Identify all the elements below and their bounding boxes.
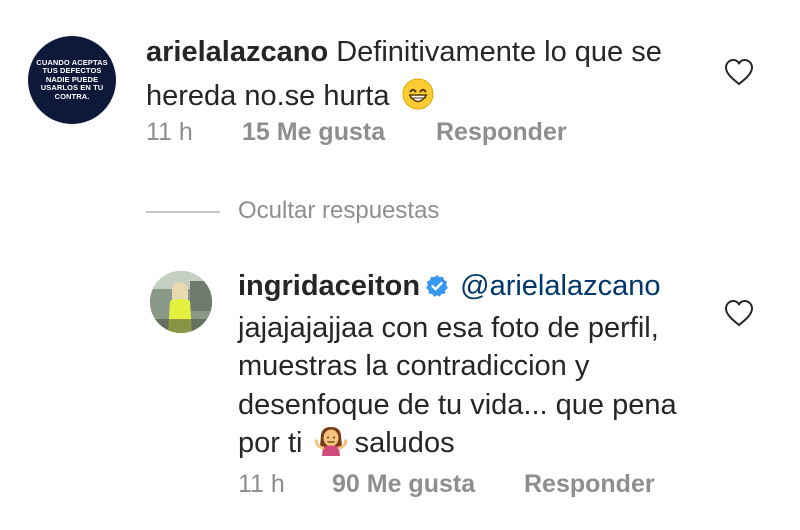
verified-badge-icon — [425, 270, 449, 309]
comment-timestamp: 11 h — [146, 118, 193, 146]
like-heart-icon[interactable] — [724, 299, 754, 327]
avatar-ingridaceiton[interactable] — [150, 271, 212, 333]
hide-replies-button[interactable]: Ocultar respuestas — [238, 197, 439, 225]
comment-body: arielalazcano Definitivamente lo que se … — [146, 30, 706, 123]
like-heart-icon[interactable] — [724, 58, 754, 86]
avatar-quote-text: CUANDO ACEPTAS TUS DEFECTOS NADIE PUEDE … — [36, 57, 108, 101]
reply-text: jajajajajjaa con esa foto de perfil, mue… — [238, 311, 677, 460]
reply-timestamp: 11 h — [238, 470, 285, 498]
comment-reply-button[interactable]: Responder — [436, 118, 567, 147]
reply-body: ingridaceiton @arielalazcano jajajajajja… — [238, 267, 708, 468]
reply-mention-link[interactable]: @arielalazcano — [460, 270, 660, 302]
grinning-smiling-eyes-emoji-icon — [402, 78, 434, 123]
reply-likes-count[interactable]: 90 Me gusta — [332, 470, 524, 499]
reply-text-closing: saludos — [354, 427, 455, 459]
avatar-arielalazcano[interactable]: CUANDO ACEPTAS TUS DEFECTOS NADIE PUEDE … — [28, 36, 116, 124]
reply-meta: 11 h 90 Me gusta Responder — [238, 470, 655, 499]
person-shrugging-emoji-icon — [314, 425, 348, 468]
comment-username[interactable]: arielalazcano — [146, 36, 328, 68]
comment-meta: 11 h 15 Me gusta Responder — [146, 118, 567, 147]
reply-reply-button[interactable]: Responder — [524, 470, 655, 499]
comment-likes-count[interactable]: 15 Me gusta — [242, 118, 436, 147]
reply-username[interactable]: ingridaceiton — [238, 270, 420, 302]
replies-divider-line — [146, 211, 220, 213]
